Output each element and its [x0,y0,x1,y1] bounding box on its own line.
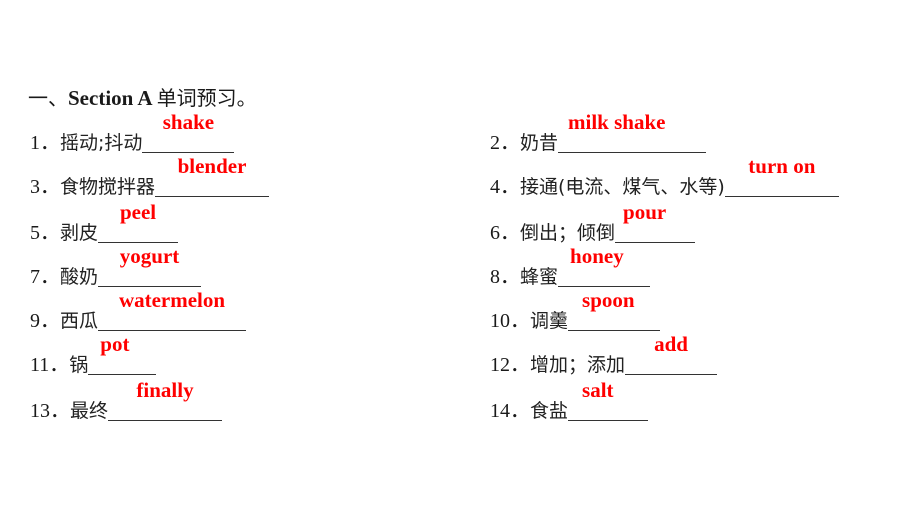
vocab-item-13: 13．最终 finally [30,378,223,422]
answer-text: pot [100,332,130,356]
item-prompt: 锅 [69,354,89,376]
vocab-item-14: 14．食盐 salt [490,378,649,422]
item-number: 7． [30,266,60,288]
item-number: 9． [30,310,60,332]
item-number: 13． [30,400,70,422]
answer-blank[interactable]: turn on [724,154,839,197]
item-prompt: 西瓜 [60,310,99,332]
answer-text: yogurt [119,244,180,268]
answer-text: blender [177,154,247,178]
vocab-item-11: 11．锅 pot [30,332,157,376]
answer-text: watermelon [118,288,226,312]
heading-title: 单词预习。 [156,86,257,110]
heading-section: Section A [68,86,157,110]
answer-text: spoon [582,288,635,312]
item-number: 3． [30,176,60,198]
vocab-item-1: 1．摇动;抖动 shake [30,110,235,154]
answer-text: shake [162,110,215,134]
answer-blank[interactable]: salt [568,378,649,421]
vocab-item-5: 5．剥皮 peel [30,200,179,244]
answer-text: finally [136,378,194,402]
answer-text: turn on [748,154,816,178]
answer-blank[interactable]: add [625,332,718,375]
answer-blank[interactable]: blender [155,154,270,197]
answer-blank[interactable]: peel [98,200,179,243]
item-prompt: 接通(电流、煤气、水等) [520,176,725,198]
item-number: 14． [490,400,530,422]
answer-blank[interactable]: shake [142,110,235,153]
item-prompt: 剥皮 [60,222,99,244]
answer-blank[interactable]: spoon [568,288,661,331]
item-number: 6． [490,222,520,244]
item-number: 8． [490,266,520,288]
item-number: 5． [30,222,60,244]
answer-blank[interactable]: milk shake [558,110,707,153]
item-prompt: 酸奶 [60,266,99,288]
answer-blank[interactable]: pot [88,332,157,375]
vocab-item-9: 9．西瓜 watermelon [30,288,247,332]
vocab-item-12: 12．增加；添加 add [490,332,718,376]
item-prompt: 食物搅拌器 [60,176,156,198]
answer-text: salt [582,378,614,402]
vocab-item-4: 4．接通(电流、煤气、水等) turn on [490,154,839,198]
answer-text: milk shake [568,110,666,134]
item-prompt: 调羹 [530,310,569,332]
vocab-item-6: 6．倒出；倾倒 pour [490,200,696,244]
item-number: 12． [490,354,530,376]
answer-text: pour [623,200,667,224]
item-number: 2． [490,132,520,154]
vocab-item-7: 7．酸奶 yogurt [30,244,202,288]
vocab-item-2: 2．奶昔 milk shake [490,110,707,154]
answer-blank[interactable]: finally [108,378,223,421]
item-prompt: 最终 [70,400,109,422]
item-number: 10． [490,310,530,332]
item-prompt: 奶昔 [520,132,559,154]
heading-prefix: 一、 [28,86,68,110]
item-number: 4． [490,176,520,198]
item-prompt: 蜂蜜 [520,266,559,288]
answer-text: peel [119,200,157,224]
section-heading: 一、Section A 单词预习。 [28,82,257,111]
answer-blank[interactable]: honey [558,244,651,287]
answer-blank[interactable]: yogurt [98,244,202,287]
item-prompt: 摇动;抖动 [60,132,143,154]
item-prompt: 增加；添加 [530,354,626,376]
vocab-item-10: 10．调羹 spoon [490,288,661,332]
vocab-item-8: 8．蜂蜜 honey [490,244,651,288]
answer-blank[interactable]: pour [615,200,696,243]
item-prompt: 食盐 [530,400,569,422]
item-prompt: 倒出；倾倒 [520,222,616,244]
item-number: 1． [30,132,60,154]
answer-blank[interactable]: watermelon [98,288,247,331]
item-number: 11． [30,354,70,376]
answer-text: add [654,332,688,356]
vocab-item-3: 3．食物搅拌器 blender [30,154,270,198]
answer-text: honey [570,244,624,268]
